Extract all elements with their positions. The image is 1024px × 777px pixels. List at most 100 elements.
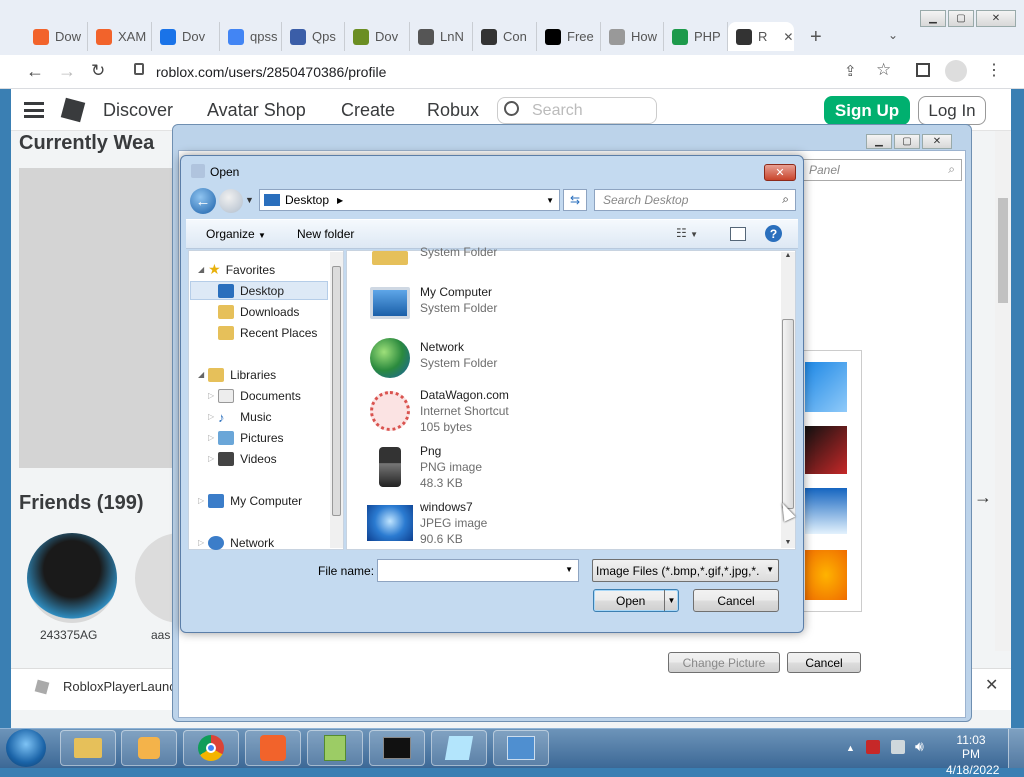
preview-pane-icon[interactable] (730, 227, 746, 241)
page-scrollbar[interactable] (995, 131, 1011, 651)
file-item[interactable]: Network System Folder (366, 335, 497, 381)
address-bar[interactable]: roblox.com/users/2850470386/profile (125, 59, 905, 85)
file-item[interactable]: DataWagon.com Internet Shortcut 105 bytes (366, 388, 509, 434)
file-item[interactable]: Png PNG image 48.3 KB (366, 444, 482, 490)
taskbar-cmd[interactable] (369, 730, 425, 766)
file-type-select[interactable]: Image Files (*.bmp,*.gif,*.jpg,*. ▼ (592, 559, 779, 582)
friend-name[interactable]: aas (151, 628, 170, 642)
nav-robux[interactable]: Robux (427, 100, 479, 121)
taskbar-chrome[interactable] (183, 730, 239, 766)
friend-avatar[interactable] (27, 533, 117, 623)
nav-pictures[interactable]: ▷ Pictures (208, 428, 284, 447)
taskbar-xampp[interactable] (245, 730, 301, 766)
browser-tab[interactable]: LnN (410, 22, 473, 51)
control-panel-search[interactable]: Panel ⌕ (802, 159, 962, 181)
roblox-search-input[interactable]: Search (497, 97, 657, 124)
scroll-up-icon[interactable]: ▲ (781, 252, 795, 259)
nav-downloads[interactable]: Downloads (218, 302, 299, 321)
menu-dots-icon[interactable]: ⋮ (986, 60, 1002, 80)
nav-discover[interactable]: Discover (103, 100, 173, 121)
chevron-down-icon[interactable]: ▼ (664, 590, 678, 611)
open-button[interactable]: Open ▼ (593, 589, 679, 612)
show-hidden-icons[interactable]: ▲ (846, 743, 855, 753)
side-panel-icon[interactable] (916, 63, 930, 77)
share-icon[interactable]: ⇪ (844, 62, 857, 80)
nav-network[interactable]: ▷ Network (198, 533, 274, 552)
picture-thumbnail[interactable] (805, 488, 847, 534)
taskbar-explorer[interactable] (60, 730, 116, 766)
profile-avatar-icon[interactable] (945, 60, 967, 82)
nav-scrollbar[interactable] (330, 252, 343, 548)
download-item-name[interactable]: RobloxPlayerLaunc (63, 679, 176, 694)
scroll-down-icon[interactable]: ▼ (781, 539, 795, 546)
search-desktop-input[interactable]: Search Desktop ⌕ (594, 189, 796, 211)
nav-create[interactable]: Create (341, 100, 395, 121)
change-picture-button[interactable]: Change Picture (668, 652, 780, 673)
chevron-down-icon[interactable]: ▼ (565, 565, 573, 574)
cancel-button[interactable]: Cancel (787, 652, 861, 673)
close-download-bar-icon[interactable]: ✕ (985, 675, 998, 695)
nav-music[interactable]: ▷ ♪ Music (208, 407, 272, 426)
bookmark-star-icon[interactable]: ☆ (876, 60, 891, 80)
new-folder-button[interactable]: New folder (297, 227, 354, 241)
change-view-icon[interactable]: ☷ ▼ (676, 226, 698, 240)
nav-favorites[interactable]: ◢ ★ Favorites (198, 260, 275, 279)
file-name-input[interactable]: ▼ (377, 559, 579, 582)
reload-icon[interactable]: ↻ (91, 61, 105, 81)
nav-avatar-shop[interactable]: Avatar Shop (207, 100, 306, 121)
file-item[interactable]: My Computer System Folder (366, 280, 497, 326)
sign-up-button[interactable]: Sign Up (824, 96, 910, 125)
nav-libraries[interactable]: ◢ Libraries (198, 365, 276, 384)
recent-pages-icon[interactable]: ▼ (245, 195, 254, 205)
maximize-button[interactable]: ▢ (894, 134, 920, 149)
browser-tab[interactable]: Dov (152, 22, 220, 51)
picture-thumbnail[interactable] (805, 426, 847, 474)
nav-desktop[interactable]: Desktop (218, 281, 284, 300)
close-button[interactable]: ✕ (976, 10, 1016, 27)
clock[interactable]: 11:03 PM 4/18/2022 (946, 733, 999, 777)
browser-tab[interactable]: qpss (220, 22, 282, 51)
minimize-button[interactable]: ▁ (920, 10, 946, 27)
chevron-right-icon[interactable]: ▶ (337, 196, 343, 205)
browser-tab[interactable]: How (601, 22, 664, 51)
close-tab-icon[interactable]: ✕ (783, 30, 793, 44)
help-icon[interactable]: ? (765, 225, 782, 242)
browser-tab[interactable]: Dov (345, 22, 410, 51)
organize-menu[interactable]: Organize ▼ (206, 227, 266, 241)
volume-icon[interactable]: 🔊︎ (915, 738, 924, 755)
start-button[interactable] (6, 729, 46, 767)
browser-tab[interactable]: R ✕ (728, 22, 794, 51)
hamburger-icon[interactable] (24, 102, 44, 118)
action-center-icon[interactable] (866, 740, 880, 754)
tab-search-icon[interactable]: ⌄ (888, 28, 898, 42)
nav-recent-places[interactable]: Recent Places (218, 323, 317, 342)
back-icon[interactable]: ← (190, 188, 216, 214)
taskbar-notepad-plus[interactable] (307, 730, 363, 766)
browser-tab[interactable]: Con (473, 22, 537, 51)
picture-thumbnail[interactable] (805, 362, 847, 412)
file-item[interactable]: System Folder (366, 243, 497, 265)
nav-documents[interactable]: ▷ Documents (208, 386, 301, 405)
taskbar-media-player[interactable] (121, 730, 177, 766)
show-desktop-button[interactable] (1008, 729, 1024, 768)
browser-tab[interactable]: Dow (25, 22, 88, 51)
nav-videos[interactable]: ▷ Videos (208, 449, 277, 468)
chevron-down-icon[interactable]: ▼ (546, 196, 554, 205)
back-icon[interactable]: ← (26, 61, 44, 82)
breadcrumb-desktop[interactable]: Desktop (285, 193, 329, 207)
cancel-button[interactable]: Cancel (693, 589, 779, 612)
new-tab-button[interactable]: + (810, 26, 822, 49)
browser-tab[interactable]: XAM (88, 22, 152, 51)
next-arrow-icon[interactable]: → (974, 487, 992, 508)
refresh-icon[interactable]: ⇆ (563, 189, 587, 211)
chevron-down-icon[interactable]: ▼ (766, 565, 774, 574)
nav-my-computer[interactable]: ▷ My Computer (198, 491, 302, 510)
browser-tab[interactable]: Free (537, 22, 601, 51)
taskbar-notepad[interactable] (431, 730, 487, 766)
scroll-thumb[interactable] (782, 319, 794, 509)
browser-tab[interactable]: Qps (282, 22, 345, 51)
log-in-button[interactable]: Log In (918, 96, 986, 125)
picture-thumbnail[interactable] (805, 550, 847, 600)
minimize-button[interactable]: ▁ (866, 134, 892, 149)
file-item[interactable]: windows7 JPEG image 90.6 KB (366, 500, 487, 546)
